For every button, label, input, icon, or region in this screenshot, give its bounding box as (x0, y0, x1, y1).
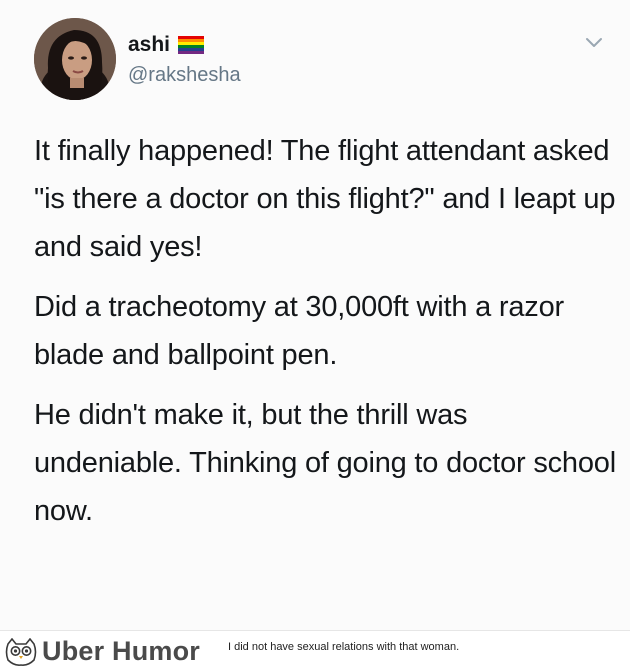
caption-text: I did not have sexual relations with tha… (228, 641, 460, 653)
tweet-text: It finally happened! The flight attendan… (34, 127, 619, 547)
tweet-card: ashi @rakshesha It finally happened! The… (0, 0, 630, 630)
tweet-paragraph: It finally happened! The flight attendan… (34, 135, 616, 263)
author-row: ashi (128, 33, 205, 57)
watermark-footer: Uber Humor I did not have sexual relatio… (0, 630, 630, 669)
chevron-down-icon[interactable] (584, 36, 604, 50)
display-name[interactable]: ashi (128, 33, 170, 57)
avatar[interactable] (34, 18, 116, 100)
rainbow-flag-icon (178, 36, 205, 54)
brand-name: Uber Humor (42, 636, 201, 666)
user-handle[interactable]: @rakshesha (128, 63, 241, 87)
owl-icon (5, 638, 37, 666)
tweet-paragraph: Did a tracheotomy at 30,000ft with a raz… (34, 291, 564, 371)
avatar-image (34, 18, 116, 100)
tweet-paragraph: He didn't make it, but the thrill was un… (34, 399, 616, 527)
